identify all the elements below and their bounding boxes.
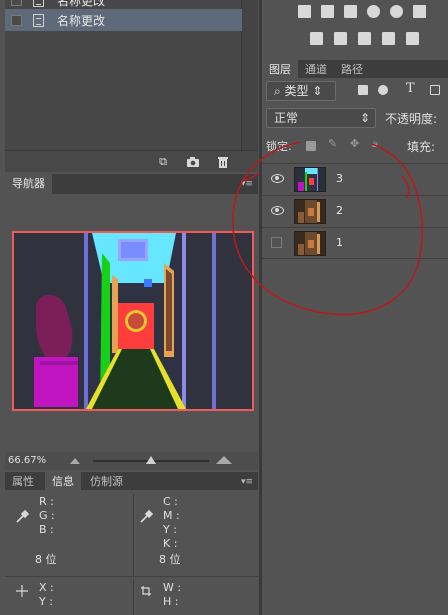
navigator-panel: [5, 194, 258, 452]
info-label-b: B :: [39, 523, 54, 536]
hue-saturation-icon[interactable]: [413, 5, 426, 18]
layer-thumbnail: [294, 231, 326, 256]
eyedropper-icon: [140, 510, 153, 523]
info-label-g: G :: [39, 509, 55, 522]
navigator-tabbar: 导航器 ▾≡: [5, 174, 258, 194]
tab-layers[interactable]: 图层: [262, 60, 298, 80]
history-toolbar: ⧉: [5, 150, 258, 172]
layer-filter-label: 类型: [284, 84, 309, 98]
lock-brush-icon[interactable]: ✎: [328, 137, 337, 150]
gradient-map-icon[interactable]: [358, 32, 371, 45]
history-snapshot-checkbox[interactable]: [11, 0, 22, 6]
layer-row[interactable]: 2: [262, 195, 448, 227]
layer-name[interactable]: 1: [336, 236, 343, 249]
tab-info[interactable]: 信息: [45, 472, 81, 492]
zoom-out-icon[interactable]: [69, 457, 81, 465]
panel-menu-icon[interactable]: ▾≡: [241, 476, 255, 488]
filter-shape-icon[interactable]: [430, 85, 440, 95]
crosshair-icon: [16, 585, 28, 597]
info-hdivider: [5, 576, 258, 577]
left-panel-column: 名称更改 名称更改 ⧉ 导航器 ▾≡ 66.67% 属性 信息 仿制源 ▾≡ R…: [0, 0, 259, 615]
chevron-updown-icon: ⇕: [359, 111, 370, 125]
info-label-w: W :: [163, 581, 182, 594]
camera-icon[interactable]: [186, 156, 200, 168]
lock-label: 锁定:: [266, 140, 292, 153]
curves-icon[interactable]: [344, 5, 357, 18]
info-divider: [133, 580, 134, 615]
layer-thumbnail: [294, 167, 326, 192]
filter-adjustment-icon[interactable]: [378, 85, 388, 95]
new-document-from-state-icon[interactable]: ⧉: [156, 156, 170, 168]
zoom-in-icon[interactable]: [215, 455, 233, 465]
zoom-slider-thumb[interactable]: [146, 456, 156, 464]
history-scrollbar[interactable]: [242, 0, 258, 150]
info-label-x: X :: [39, 581, 54, 594]
filter-type-icon[interactable]: T: [406, 81, 415, 96]
info-left-bits: 8 位: [35, 553, 57, 566]
layer-filter-select[interactable]: ⌕ 类型 ⇕: [266, 81, 336, 101]
selective-color-icon[interactable]: [382, 32, 395, 45]
threshold-icon[interactable]: [406, 32, 419, 45]
adjustments-panel: [262, 0, 448, 56]
layer-thumbnail: [294, 199, 326, 224]
lock-transparency-icon[interactable]: [306, 141, 316, 151]
blend-mode-select[interactable]: 正常 ⇕: [266, 108, 376, 128]
right-panel-column: 图层 通道 路径 ⌕ 类型 ⇕ T 正常 ⇕ 不透明度: 锁定: ✎ ✥ 🔒︎ 填…: [262, 0, 448, 615]
info-label-r: R :: [39, 495, 54, 508]
lock-all-icon[interactable]: 🔒︎: [372, 137, 378, 151]
info-label-y-coord: Y :: [39, 595, 53, 608]
photoshop-panels: 名称更改 名称更改 ⧉ 导航器 ▾≡ 66.67% 属性 信息 仿制源 ▾≡ R…: [0, 0, 448, 615]
tab-clone-source[interactable]: 仿制源: [83, 472, 130, 492]
layer-name[interactable]: 3: [336, 172, 343, 185]
layer-name[interactable]: 2: [336, 204, 343, 217]
tab-channels[interactable]: 通道: [298, 60, 334, 80]
blend-mode-label: 正常: [274, 111, 299, 125]
navigator-preview-image: [14, 233, 252, 409]
eyedropper-icon: [16, 510, 29, 523]
document-icon: [33, 13, 44, 27]
tab-paths[interactable]: 路径: [334, 60, 370, 80]
lock-move-icon[interactable]: ✥: [350, 137, 359, 150]
history-item-label: 名称更改: [57, 0, 106, 8]
exposure-icon[interactable]: [367, 5, 380, 18]
info-panel: R : G : B : 8 位 C : M : Y : K : 8 位 X : …: [5, 490, 258, 615]
history-item-label: 名称更改: [57, 13, 106, 28]
photo-filter-icon[interactable]: [310, 32, 323, 45]
info-tabbar: 属性 信息 仿制源 ▾≡: [5, 472, 258, 492]
channel-mixer-icon[interactable]: [334, 32, 347, 45]
info-label-y: Y :: [163, 523, 177, 536]
trash-icon[interactable]: [216, 156, 230, 168]
history-panel: 名称更改 名称更改: [5, 0, 242, 150]
filter-pixel-icon[interactable]: [358, 85, 368, 95]
tab-navigator[interactable]: 导航器: [5, 174, 52, 194]
history-item-selected[interactable]: 名称更改: [5, 9, 242, 31]
zoom-level[interactable]: 66.67%: [8, 455, 46, 466]
info-divider: [133, 494, 134, 578]
fill-label: 填充:: [407, 140, 436, 154]
info-label-k: K :: [163, 537, 178, 550]
eye-icon[interactable]: [271, 174, 284, 183]
navigator-footer: 66.67%: [5, 452, 258, 470]
info-label-m: M :: [163, 509, 180, 522]
document-icon: [33, 0, 44, 7]
layer-row[interactable]: 1: [262, 227, 448, 259]
tab-properties[interactable]: 属性: [5, 472, 41, 492]
layers-tabbar: 图层 通道 路径: [262, 60, 448, 80]
levels-icon[interactable]: [321, 5, 334, 18]
info-label-h: H :: [163, 595, 179, 608]
visibility-toggle[interactable]: [271, 237, 282, 248]
layer-row[interactable]: 3: [262, 163, 448, 195]
panel-menu-icon[interactable]: ▾≡: [241, 178, 255, 190]
info-right-bits: 8 位: [159, 553, 181, 566]
opacity-label: 不透明度:: [385, 112, 438, 126]
eye-icon[interactable]: [271, 206, 284, 215]
info-label-c: C :: [163, 495, 178, 508]
brightness-contrast-icon[interactable]: [298, 5, 311, 18]
vibrance-icon[interactable]: [390, 5, 403, 18]
navigator-preview[interactable]: [12, 231, 254, 411]
history-snapshot-checkbox[interactable]: [11, 14, 22, 26]
selection-size-icon: [141, 586, 151, 596]
